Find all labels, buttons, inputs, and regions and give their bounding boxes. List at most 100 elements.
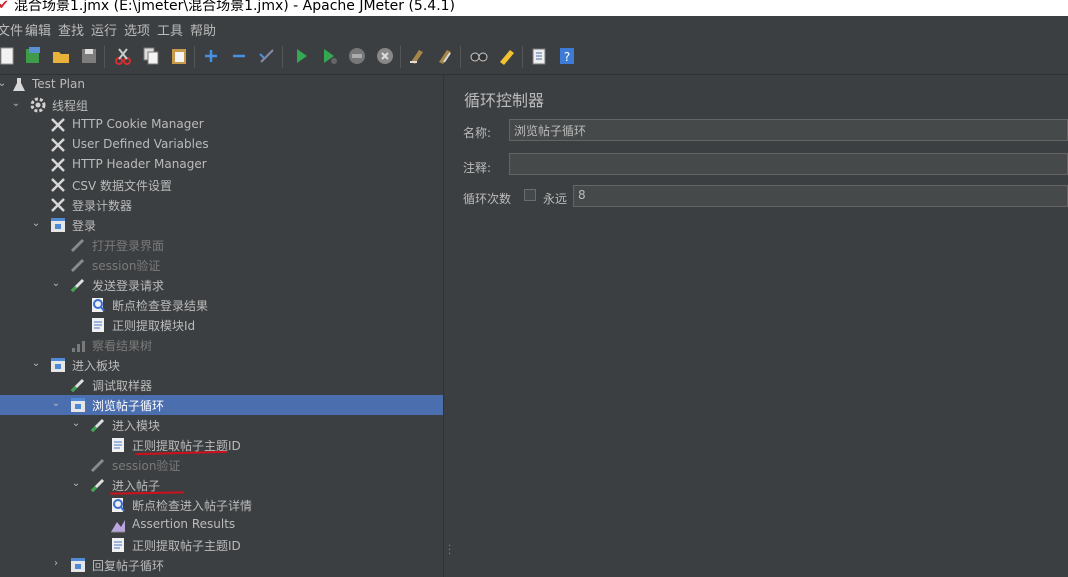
- menu-tools[interactable]: 工具: [157, 20, 183, 39]
- tree-item-reply-posts-loop[interactable]: › 回复帖子循环: [0, 555, 443, 575]
- tree-item-login-counter[interactable]: 登录计数器: [0, 195, 443, 215]
- toolbar-separator: [522, 46, 523, 68]
- tree-item-label: Assertion Results: [132, 517, 236, 531]
- chart-icon: [109, 516, 127, 534]
- pipette-icon: [69, 256, 87, 274]
- menu-help[interactable]: 帮助: [190, 20, 216, 39]
- tree-item-label: 进入模块: [112, 419, 161, 433]
- controller-icon: [49, 216, 67, 234]
- toolbar: ?: [0, 40, 1068, 75]
- name-field[interactable]: 浏览帖子循环: [509, 119, 1068, 141]
- tree-item-label: 回复帖子循环: [92, 559, 165, 573]
- tree-item-check-login-result[interactable]: 断点检查登录结果: [0, 295, 443, 315]
- start-no-pause-icon[interactable]: [318, 45, 340, 67]
- wrench-icon: [49, 176, 67, 194]
- tree-item-enter-post[interactable]: ⌄ 进入帖子: [0, 475, 443, 495]
- tree-item-user-defined-variables[interactable]: User Defined Variables: [0, 135, 443, 155]
- tree-item-label: HTTP Header Manager: [72, 157, 207, 171]
- forever-checkbox[interactable]: [524, 189, 536, 201]
- loop-count-field[interactable]: 8: [573, 185, 1068, 207]
- clear-all-icon[interactable]: [434, 45, 456, 67]
- pipette-icon: [69, 276, 87, 294]
- tree-item-regex-extract-topic-id-2[interactable]: 正则提取帖子主题ID: [0, 535, 443, 555]
- chart-icon: [69, 336, 87, 354]
- tree-item-regex-extract-module-id[interactable]: 正则提取模块Id: [0, 315, 443, 335]
- document-icon: [109, 536, 127, 554]
- tree-item-label: 正则提取帖子主题ID: [132, 539, 241, 553]
- tree-item-csv-data-set[interactable]: CSV 数据文件设置: [0, 175, 443, 195]
- tree-item-thread-group[interactable]: ⌄ 线程组: [0, 95, 443, 115]
- loop-count-label: 循环次数: [463, 192, 512, 206]
- test-plan-tree[interactable]: ⌄ Test Plan ⌄ 线程组 HTTP Cookie Manager Us…: [0, 75, 443, 577]
- panel-splitter[interactable]: · · ·: [443, 75, 457, 577]
- open-icon[interactable]: [50, 45, 72, 67]
- tree-item-header-manager[interactable]: HTTP Header Manager: [0, 155, 443, 175]
- chevron-down-icon[interactable]: ⌄: [50, 278, 62, 290]
- collapse-icon[interactable]: [228, 45, 250, 67]
- menu-options[interactable]: 选项: [124, 20, 150, 39]
- tree-item-session-check[interactable]: session验证: [0, 255, 443, 275]
- function-helper-icon[interactable]: [528, 45, 550, 67]
- tree-item-send-login-request[interactable]: ⌄ 发送登录请求: [0, 275, 443, 295]
- chevron-down-icon[interactable]: ⌄: [0, 78, 8, 90]
- magnifier-icon: [89, 296, 107, 314]
- tree-item-check-post-detail[interactable]: 断点检查进入帖子详情: [0, 495, 443, 515]
- templates-icon[interactable]: [22, 45, 44, 67]
- tree-item-debug-sampler[interactable]: 调试取样器: [0, 375, 443, 395]
- tree-item-label: 登录计数器: [72, 199, 133, 213]
- chevron-down-icon[interactable]: ⌄: [70, 478, 82, 490]
- start-icon[interactable]: [290, 45, 312, 67]
- tree-item-session-check-2[interactable]: session验证: [0, 455, 443, 475]
- copy-icon[interactable]: [140, 45, 162, 67]
- tree-item-enter-section[interactable]: ⌄ 进入板块: [0, 355, 443, 375]
- toolbar-separator: [282, 46, 283, 68]
- menu-search[interactable]: 查找: [58, 20, 84, 39]
- menu-run[interactable]: 运行: [91, 20, 117, 39]
- toggle-icon[interactable]: [256, 45, 278, 67]
- tree-item-label: 断点检查登录结果: [112, 299, 209, 313]
- splitter-grip-icon[interactable]: · · ·: [448, 542, 451, 560]
- tree-item-label: 调试取样器: [92, 379, 153, 393]
- tree-item-login[interactable]: ⌄ 登录: [0, 215, 443, 235]
- help-icon[interactable]: ?: [556, 45, 578, 67]
- expand-icon[interactable]: [200, 45, 222, 67]
- chevron-right-icon[interactable]: ›: [50, 558, 62, 570]
- chevron-down-icon[interactable]: ⌄: [50, 398, 62, 410]
- cut-icon[interactable]: [112, 45, 134, 67]
- tree-item-label: CSV 数据文件设置: [72, 179, 173, 193]
- stop-icon[interactable]: [346, 45, 368, 67]
- clear-icon[interactable]: [406, 45, 428, 67]
- chevron-down-icon[interactable]: ⌄: [10, 98, 22, 110]
- tree-item-enter-module[interactable]: ⌄ 进入模块: [0, 415, 443, 435]
- save-icon[interactable]: [78, 45, 100, 67]
- paste-icon[interactable]: [168, 45, 190, 67]
- search-icon[interactable]: [468, 45, 490, 67]
- tree-item-view-results-tree[interactable]: 察看结果树: [0, 335, 443, 355]
- wrench-icon: [49, 156, 67, 174]
- tree-item-browse-posts-loop[interactable]: ⌄ 浏览帖子循环: [0, 395, 443, 415]
- document-icon: [109, 436, 127, 454]
- pipette-icon: [89, 456, 107, 474]
- tree-item-assertion-results[interactable]: Assertion Results: [0, 515, 443, 535]
- comment-field[interactable]: [509, 153, 1068, 175]
- reset-search-icon[interactable]: [496, 45, 518, 67]
- tree-item-label: session验证: [92, 259, 161, 273]
- name-label: 名称:: [463, 126, 492, 140]
- controller-icon: [49, 356, 67, 374]
- tree-item-cookie-manager[interactable]: HTTP Cookie Manager: [0, 115, 443, 135]
- new-icon[interactable]: [0, 45, 18, 67]
- tree-item-label: 正则提取模块Id: [112, 319, 196, 333]
- tree-item-open-login-page[interactable]: 打开登录界面: [0, 235, 443, 255]
- loop-controller-panel: 循环控制器 名称: 浏览帖子循环 注释: 循环次数 永远 8: [456, 75, 1068, 577]
- tree-item-label: 线程组: [52, 99, 89, 113]
- menu-file[interactable]: 文件: [0, 20, 23, 39]
- chevron-down-icon[interactable]: ⌄: [30, 358, 42, 370]
- chevron-down-icon[interactable]: ⌄: [70, 418, 82, 430]
- tree-item-test-plan[interactable]: ⌄ Test Plan: [0, 75, 443, 95]
- menu-edit[interactable]: 编辑: [25, 20, 51, 39]
- pipette-icon: [89, 416, 107, 434]
- shutdown-icon[interactable]: [374, 45, 396, 67]
- controller-icon: [69, 396, 87, 414]
- chevron-down-icon[interactable]: ⌄: [30, 218, 42, 230]
- toolbar-separator: [460, 46, 461, 68]
